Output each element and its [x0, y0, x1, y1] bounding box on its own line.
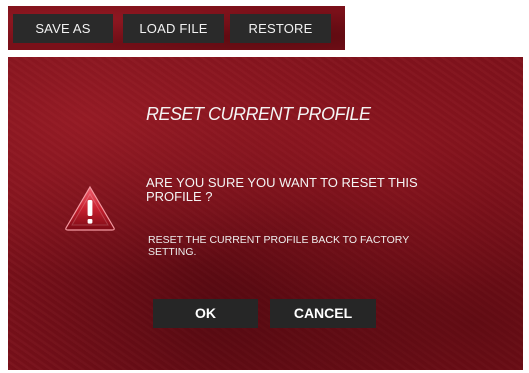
reset-profile-dialog: RESET CURRENT PROFILE ARE YOU SURE YOU W… [8, 57, 523, 370]
dialog-title: RESET CURRENT PROFILE [146, 104, 371, 124]
confirmation-description: RESET THE CURRENT PROFILE BACK TO FACTOR… [148, 234, 410, 258]
cancel-button[interactable]: CANCEL [270, 299, 376, 328]
load-file-button[interactable]: LOAD FILE [123, 14, 224, 43]
restore-button[interactable]: RESTORE [230, 14, 331, 43]
confirmation-question: ARE YOU SURE YOU WANT TO RESET THIS PROF… [146, 175, 418, 204]
save-as-button[interactable]: SAVE AS [13, 14, 113, 43]
ok-button[interactable]: OK [153, 299, 258, 328]
top-toolbar: SAVE AS LOAD FILE RESTORE [8, 6, 345, 50]
warning-icon [65, 185, 115, 231]
